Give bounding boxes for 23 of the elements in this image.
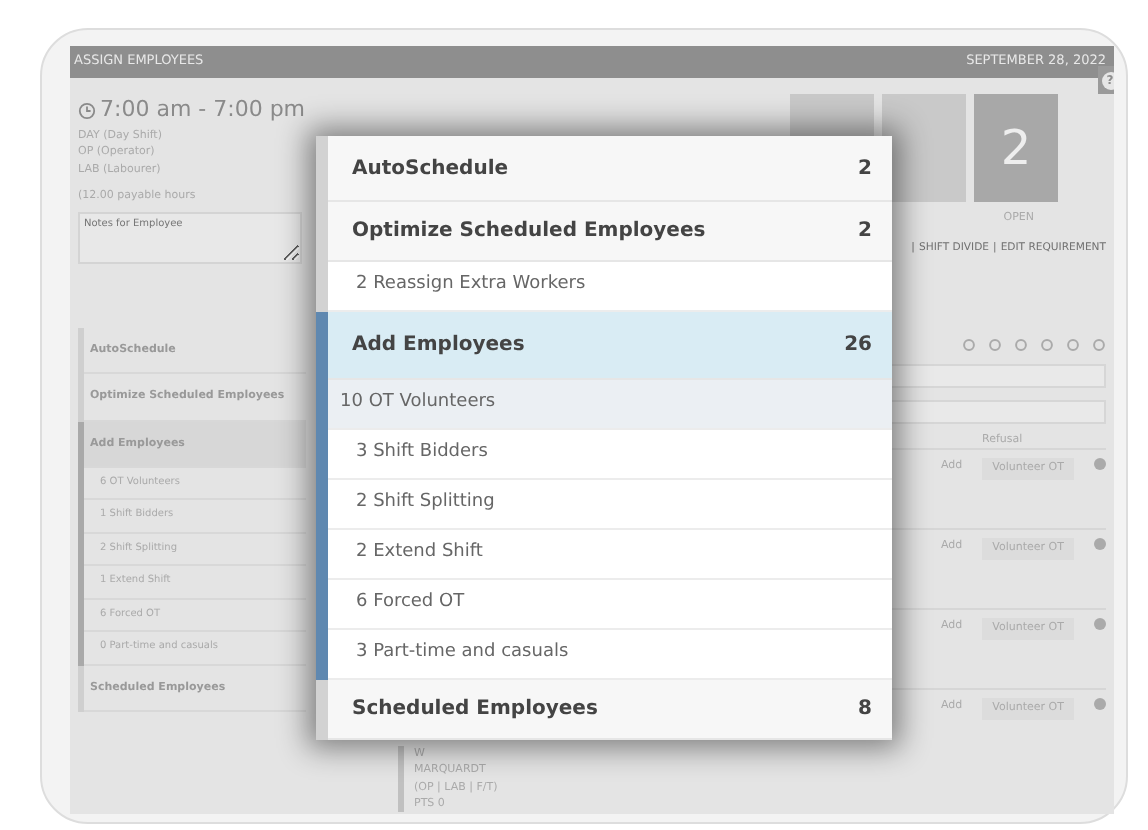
- section-row[interactable]: Add Employees 26: [328, 312, 892, 380]
- subsection-item[interactable]: 10 OT Volunteers: [328, 380, 892, 430]
- subsection-item[interactable]: 3 Shift Bidders: [328, 430, 892, 480]
- section-label: Scheduled Employees: [352, 696, 598, 724]
- section-count: 2: [858, 218, 872, 246]
- subsection-item[interactable]: 2 Reassign Extra Workers: [328, 262, 892, 312]
- section-count: 26: [844, 332, 872, 360]
- section-label: Optimize Scheduled Employees: [352, 218, 706, 246]
- section-row[interactable]: Optimize Scheduled Employees 2: [328, 202, 892, 262]
- stat-tile: [882, 94, 966, 202]
- section-count: 8: [858, 696, 872, 724]
- section-label: AutoSchedule: [352, 155, 509, 183]
- subsection-item[interactable]: 3 Part-time and casuals: [328, 630, 892, 680]
- open-count: 2: [974, 94, 1058, 202]
- section-count: 2: [858, 155, 872, 183]
- subsection-item[interactable]: 6 Forced OT: [328, 580, 892, 630]
- subsection-item[interactable]: 2 Extend Shift: [328, 530, 892, 580]
- clock-icon: [78, 101, 96, 120]
- shift-time: 7:00 am - 7:00 pm: [100, 94, 306, 126]
- section-row[interactable]: Scheduled Employees 8: [328, 680, 892, 740]
- subsection-item[interactable]: 2 Shift Splitting: [328, 480, 892, 530]
- section-label: Add Employees: [352, 332, 525, 360]
- section-row[interactable]: AutoSchedule 2: [328, 136, 892, 202]
